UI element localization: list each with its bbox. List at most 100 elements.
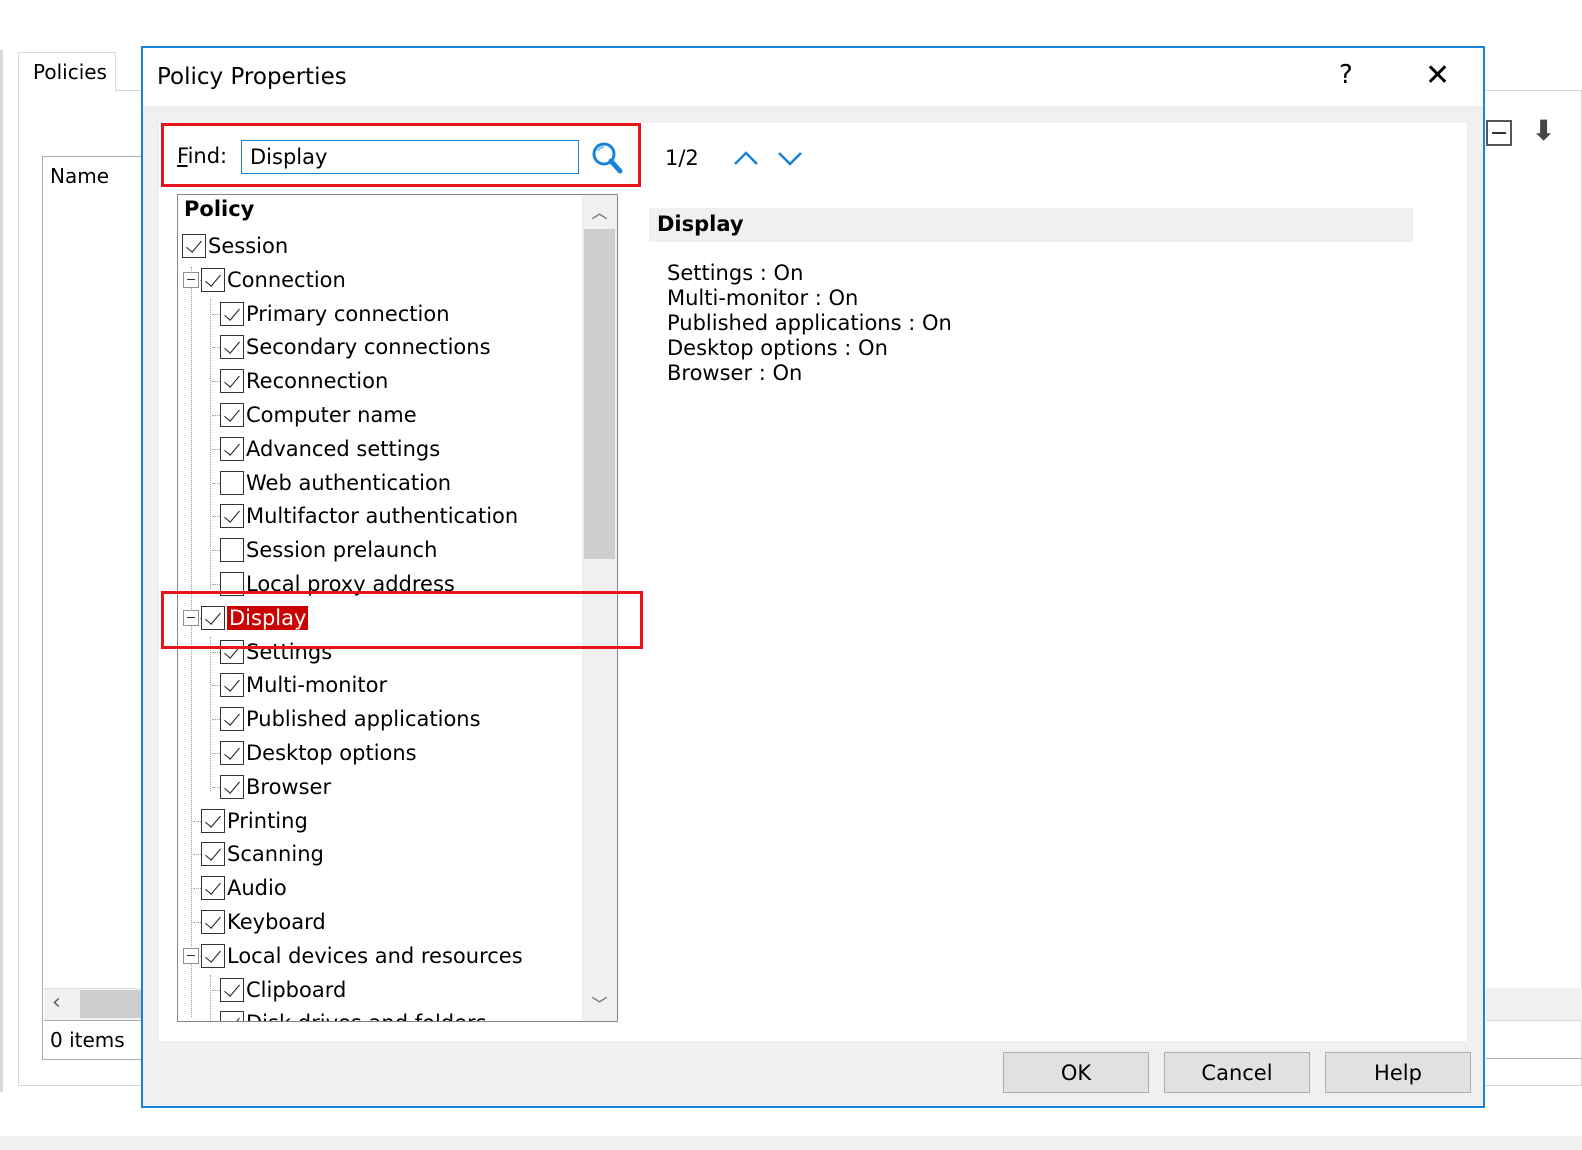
display-highlight-box [161,591,643,649]
detail-line-browser: Browser : On [667,361,803,385]
checkbox[interactable] [220,403,244,427]
tree-node-keyboard[interactable]: Keyboard [201,907,326,937]
checkbox[interactable] [220,741,244,765]
tree-connector [212,651,220,653]
move-down-icon[interactable]: ⬇ [1532,114,1555,147]
tree-node-clipboard[interactable]: Clipboard [220,975,346,1005]
find-highlight-box [161,123,641,187]
checkbox[interactable] [220,470,244,495]
horizontal-scroll-thumb[interactable] [80,990,142,1018]
detail-heading: Display [649,208,1413,242]
chevron-up-icon[interactable] [731,144,761,172]
detail-line-multi-monitor: Multi-monitor : On [667,286,859,310]
checkbox[interactable] [220,335,244,360]
tree-node-browser[interactable]: Browser [220,772,331,802]
collapse-icon[interactable] [1486,120,1512,146]
tree-node-connection[interactable]: Connection [201,265,346,295]
tree-node-printing[interactable]: Printing [201,806,308,836]
checkbox[interactable] [220,301,244,326]
tree-connector [212,550,220,552]
tree-connector [193,854,201,856]
item-count-status: 0 items [50,1028,125,1052]
tree-node-label: Clipboard [246,977,347,1002]
tree-node-local-devices-and-resources[interactable]: Local devices and resources [201,941,523,971]
tree-connector [212,482,220,484]
tree-node-reconnection[interactable]: Reconnection [220,366,388,396]
tree-connector [210,975,211,1021]
cancel-button[interactable]: Cancel [1164,1052,1310,1093]
tree-node-multifactor-authentication[interactable]: Multifactor authentication [220,501,518,531]
chevron-down-icon[interactable] [775,144,805,172]
tree-connector [210,637,211,791]
tree-node-label: Printing [227,808,308,833]
tree-node-session-prelaunch[interactable]: Session prelaunch [220,535,437,565]
tree-connector [212,415,220,416]
scroll-down-icon[interactable]: ﹀ [582,991,617,1017]
ok-button[interactable]: OK [1003,1052,1149,1093]
tree-node-multi-monitor[interactable]: Multi-monitor [220,670,387,700]
tree-node-web-authentication[interactable]: Web authentication [220,468,451,498]
tree-node-computer-name[interactable]: Computer name [220,400,417,430]
tree-node-label: Advanced settings [246,436,441,461]
help-icon[interactable]: ? [1339,60,1353,90]
tree-node-label: Audio [227,876,287,901]
tree-connector [193,888,201,890]
tree-node-session[interactable]: Session [182,231,288,261]
tree-node-label: Multi-monitor [246,673,388,698]
tree-node-label: Desktop options [246,741,417,765]
detail-line-desktop-options: Desktop options : On [667,336,888,360]
tree-node-scanning[interactable]: Scanning [201,839,324,869]
detail-line-settings: Settings : On [667,261,804,285]
checkbox[interactable] [201,876,225,901]
tree-node-label: Local devices and resources [227,943,523,968]
checkbox[interactable] [220,436,244,461]
tree-connector [210,299,211,589]
tree-node-label: Keyboard [227,910,326,934]
tree-node-label: Published applications [246,707,481,732]
close-icon[interactable]: ✕ [1425,58,1450,93]
checkbox[interactable] [201,943,225,968]
checkbox[interactable] [220,538,244,563]
tree-node-label: Session [208,234,289,258]
tree-connector [212,313,220,315]
tree-node-published-applications[interactable]: Published applications [220,704,481,734]
checkbox[interactable] [182,234,206,258]
tab-policies[interactable]: Policies [18,52,116,92]
checkbox[interactable] [201,842,225,867]
tree-connector [212,685,220,687]
checkbox[interactable] [220,1011,244,1021]
tree-connector [212,584,220,585]
collapse-connection-icon[interactable] [183,272,199,288]
tree-connector [212,516,220,518]
checkbox[interactable] [201,267,225,292]
tree-node-audio[interactable]: Audio [201,873,287,903]
dialog-title: Policy Properties [157,64,347,90]
tree-connector [212,753,220,754]
checkbox[interactable] [220,707,244,732]
tree-node-desktop-options[interactable]: Desktop options [220,738,417,768]
tree-node-disk-drives-and-folders[interactable]: Disk drives and folders [220,1008,487,1021]
dialog-titlebar: Policy Properties ? ✕ [143,48,1483,106]
checkbox[interactable] [220,774,244,799]
tree-node-primary-connection[interactable]: Primary connection [220,299,450,329]
checkbox[interactable] [201,808,225,833]
checkbox[interactable] [220,977,244,1002]
checkbox[interactable] [220,673,244,698]
checkbox[interactable] [201,910,225,934]
scroll-left-icon[interactable]: ‹ [52,990,61,1015]
tree-node-label: Computer name [246,403,417,427]
help-button[interactable]: Help [1325,1052,1471,1093]
scroll-up-icon[interactable]: ︿ [582,199,617,225]
collapse-local-devices-icon[interactable] [183,948,199,964]
tree-node-label: Reconnection [246,369,389,394]
tree-scroll-thumb[interactable] [584,229,615,559]
tree-node-advanced-settings[interactable]: Advanced settings [220,434,440,464]
tree-node-label: Web authentication [246,470,452,495]
checkbox[interactable] [220,504,244,529]
tree-node-secondary-connections[interactable]: Secondary connections [220,332,491,362]
column-header-name[interactable]: Name [50,164,109,188]
background-bottom-strip [0,1136,1582,1150]
tree-node-label: Disk drives and folders [246,1011,487,1021]
policy-properties-dialog: Policy Properties ? ✕ Find: 1/2 Policy S… [141,46,1485,1108]
checkbox[interactable] [220,369,244,394]
